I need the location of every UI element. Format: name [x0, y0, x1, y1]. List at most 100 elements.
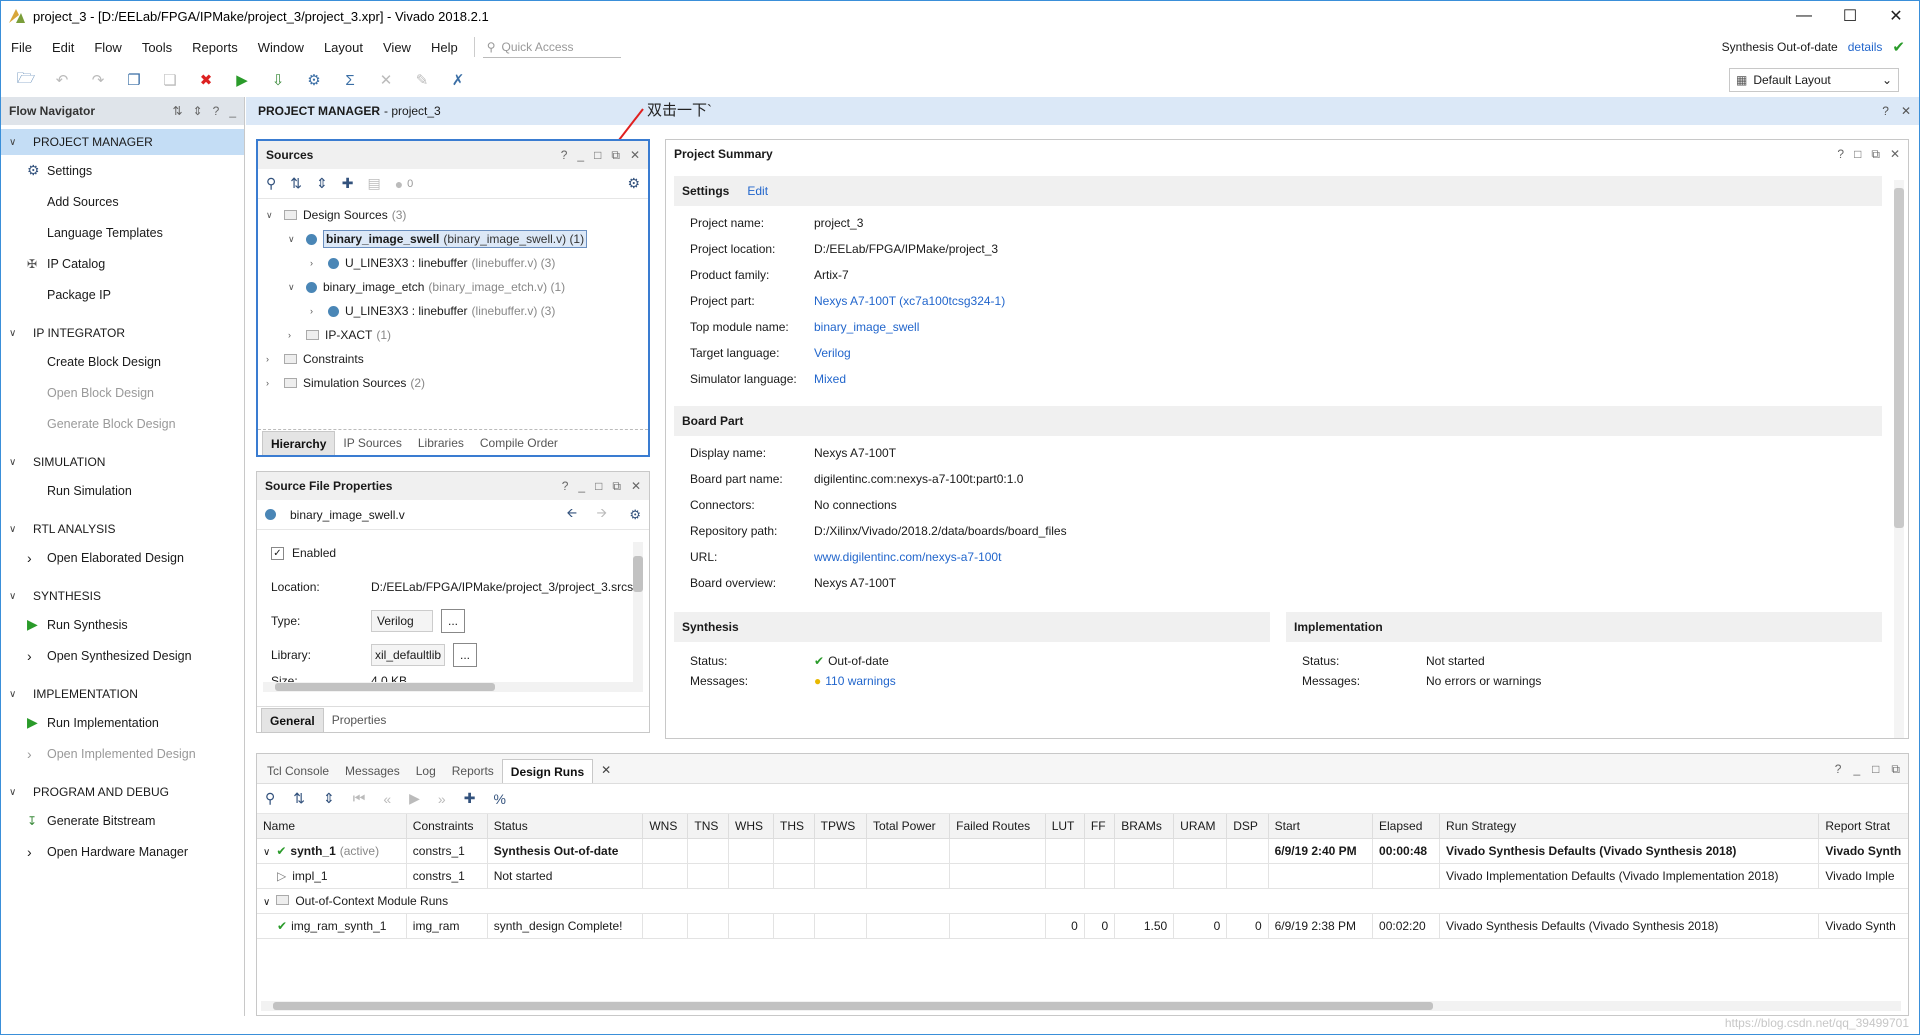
- nav-item-add-sources[interactable]: Add Sources: [1, 186, 244, 217]
- summary-link[interactable]: Mixed: [814, 372, 846, 386]
- restore-icon[interactable]: □: [1872, 762, 1879, 776]
- summary-vertical-scrollbar[interactable]: [1894, 180, 1904, 738]
- menu-view[interactable]: View: [373, 40, 421, 55]
- column-header-ths[interactable]: THS: [773, 814, 815, 839]
- sfp-scroll-thumb[interactable]: [633, 556, 643, 592]
- chevron-down-icon[interactable]: ∨: [9, 787, 23, 798]
- restore-icon[interactable]: □: [594, 148, 601, 162]
- collapse-all-icon[interactable]: ⇅: [173, 104, 183, 118]
- synthesis-messages-link[interactable]: 110 warnings: [825, 674, 896, 688]
- column-header-report-strat[interactable]: Report Strat: [1818, 814, 1908, 839]
- chevron-right-icon[interactable]: ›: [288, 330, 300, 340]
- gear-icon[interactable]: ⚙: [629, 507, 641, 523]
- tab-general[interactable]: General: [261, 708, 324, 732]
- close-window-button[interactable]: ✕: [1873, 1, 1919, 31]
- table-row[interactable]: ∨ ✔ synth_1 (active) constrs_1 Synthesis Out-…: [257, 838, 1908, 864]
- section-program-and-debug[interactable]: ∨ PROGRAM AND DEBUG: [1, 779, 244, 805]
- collapse-all-icon[interactable]: ⇅: [290, 175, 302, 192]
- menu-window[interactable]: Window: [248, 40, 314, 55]
- column-header-brams[interactable]: BRAMs: [1114, 814, 1175, 839]
- nav-item-open-block-design[interactable]: Open Block Design: [1, 377, 244, 408]
- table-row[interactable]: ✔ img_ram_synth_1 img_ram synth_design Comp…: [257, 913, 1908, 939]
- close-icon[interactable]: ✕: [630, 148, 640, 162]
- close-icon[interactable]: ✕: [1890, 147, 1900, 161]
- maximize-icon[interactable]: ⧉: [1891, 762, 1900, 777]
- maximize-icon[interactable]: ⧉: [612, 479, 621, 494]
- menu-layout[interactable]: Layout: [314, 40, 373, 55]
- gear-icon[interactable]: ⚙: [627, 175, 640, 192]
- chevron-right-icon[interactable]: ›: [266, 354, 278, 364]
- play-icon[interactable]: ▶: [409, 790, 420, 807]
- back-arrow-icon[interactable]: 🡨: [566, 504, 577, 526]
- layout-select[interactable]: ▦ Default Layout ⌄: [1729, 68, 1899, 92]
- minimize-panel-icon[interactable]: _: [229, 104, 236, 118]
- column-header-status[interactable]: Status: [487, 814, 644, 839]
- autoconnect-icon[interactable]: ✕: [375, 69, 397, 91]
- search-icon[interactable]: ⚲: [266, 175, 276, 192]
- column-header-start[interactable]: Start: [1268, 814, 1374, 839]
- section-implementation[interactable]: ∨ IMPLEMENTATION: [1, 681, 244, 707]
- restore-icon[interactable]: □: [595, 479, 602, 493]
- column-header-elapsed[interactable]: Elapsed: [1372, 814, 1441, 839]
- column-header-lut[interactable]: LUT: [1045, 814, 1085, 839]
- help-icon[interactable]: ?: [562, 479, 569, 493]
- maximize-icon[interactable]: ⧉: [1871, 147, 1880, 162]
- percent-icon[interactable]: %: [493, 791, 505, 807]
- column-header-wns[interactable]: WNS: [642, 814, 689, 839]
- help-icon[interactable]: ?: [561, 148, 568, 162]
- type-browse-button[interactable]: ...: [441, 609, 465, 633]
- minimize-panel-icon[interactable]: _: [1853, 762, 1860, 776]
- edit-settings-link[interactable]: Edit: [747, 184, 768, 198]
- chevron-down-icon[interactable]: ∨: [266, 210, 278, 221]
- sfp-horizontal-scrollbar[interactable]: [263, 682, 633, 692]
- help-icon[interactable]: ?: [1835, 762, 1842, 776]
- column-header-constraints[interactable]: Constraints: [406, 814, 488, 839]
- tree-item[interactable]: › U_LINE3X3 : linebuffer (linebuffer.v) (3…: [266, 251, 648, 275]
- chevron-down-icon[interactable]: ∨: [9, 524, 23, 535]
- nav-item-run-synthesis[interactable]: ▶ Run Synthesis: [1, 609, 244, 640]
- menu-file[interactable]: File: [1, 40, 42, 55]
- section-ip-integrator[interactable]: ∨ IP INTEGRATOR: [1, 320, 244, 346]
- enabled-checkbox[interactable]: ✓: [271, 546, 284, 560]
- nav-item-settings[interactable]: ⚙ Settings: [1, 155, 244, 186]
- chevron-right-icon[interactable]: ›: [310, 306, 322, 316]
- summary-link[interactable]: Verilog: [814, 346, 851, 360]
- chevron-down-icon[interactable]: ∨: [263, 847, 270, 858]
- column-header-ff[interactable]: FF: [1084, 814, 1116, 839]
- collapse-all-icon[interactable]: ⇅: [293, 790, 305, 807]
- tab-tcl-console[interactable]: Tcl Console: [259, 759, 337, 783]
- section-synthesis[interactable]: ∨ SYNTHESIS: [1, 583, 244, 609]
- column-header-uram[interactable]: URAM: [1173, 814, 1228, 839]
- tab-reports[interactable]: Reports: [444, 759, 502, 783]
- tab-libraries[interactable]: Libraries: [410, 431, 472, 455]
- column-header-whs[interactable]: WHS: [728, 814, 775, 839]
- minimize-panel-icon[interactable]: _: [577, 148, 584, 162]
- summary-link[interactable]: Nexys A7-100T (xc7a100tcsg324-1): [814, 294, 1005, 308]
- sfp-hscroll-thumb[interactable]: [275, 683, 495, 691]
- chevron-down-icon[interactable]: ∨: [288, 282, 300, 293]
- chevron-down-icon[interactable]: ∨: [9, 591, 23, 602]
- quick-access-field[interactable]: ⚲ Quick Access: [482, 36, 621, 58]
- expand-all-icon[interactable]: ⇕: [193, 104, 203, 118]
- first-icon[interactable]: ⏮: [353, 790, 366, 807]
- tab-hierarchy[interactable]: Hierarchy: [262, 431, 336, 455]
- tab-messages[interactable]: Messages: [337, 759, 408, 783]
- menu-reports[interactable]: Reports: [182, 40, 248, 55]
- chevron-down-icon[interactable]: ∨: [9, 328, 23, 339]
- summary-scroll-thumb[interactable]: [1894, 188, 1904, 528]
- close-icon[interactable]: ✕: [631, 479, 641, 493]
- section-rtl-analysis[interactable]: ∨ RTL ANALYSIS: [1, 516, 244, 542]
- table-row[interactable]: ▷ impl_1 constrs_1 Not started Vivado Implem…: [257, 863, 1908, 889]
- settings-gear-icon[interactable]: ⚙: [303, 69, 325, 91]
- document-icon[interactable]: ▤: [367, 175, 380, 192]
- column-header-failed-routes[interactable]: Failed Routes: [949, 814, 1046, 839]
- nav-item-language-templates[interactable]: Language Templates: [1, 217, 244, 248]
- program-icon[interactable]: ⇩: [267, 69, 289, 91]
- maximize-icon[interactable]: ⧉: [611, 148, 620, 163]
- runs-horizontal-scrollbar[interactable]: [261, 1001, 1901, 1011]
- copy-icon[interactable]: ❐: [123, 69, 145, 91]
- chevron-right-icon[interactable]: ›: [310, 258, 322, 268]
- tab-ip-sources[interactable]: IP Sources: [335, 431, 409, 455]
- minimize-panel-icon[interactable]: _: [578, 479, 585, 493]
- close-icon[interactable]: ✕: [1901, 104, 1911, 118]
